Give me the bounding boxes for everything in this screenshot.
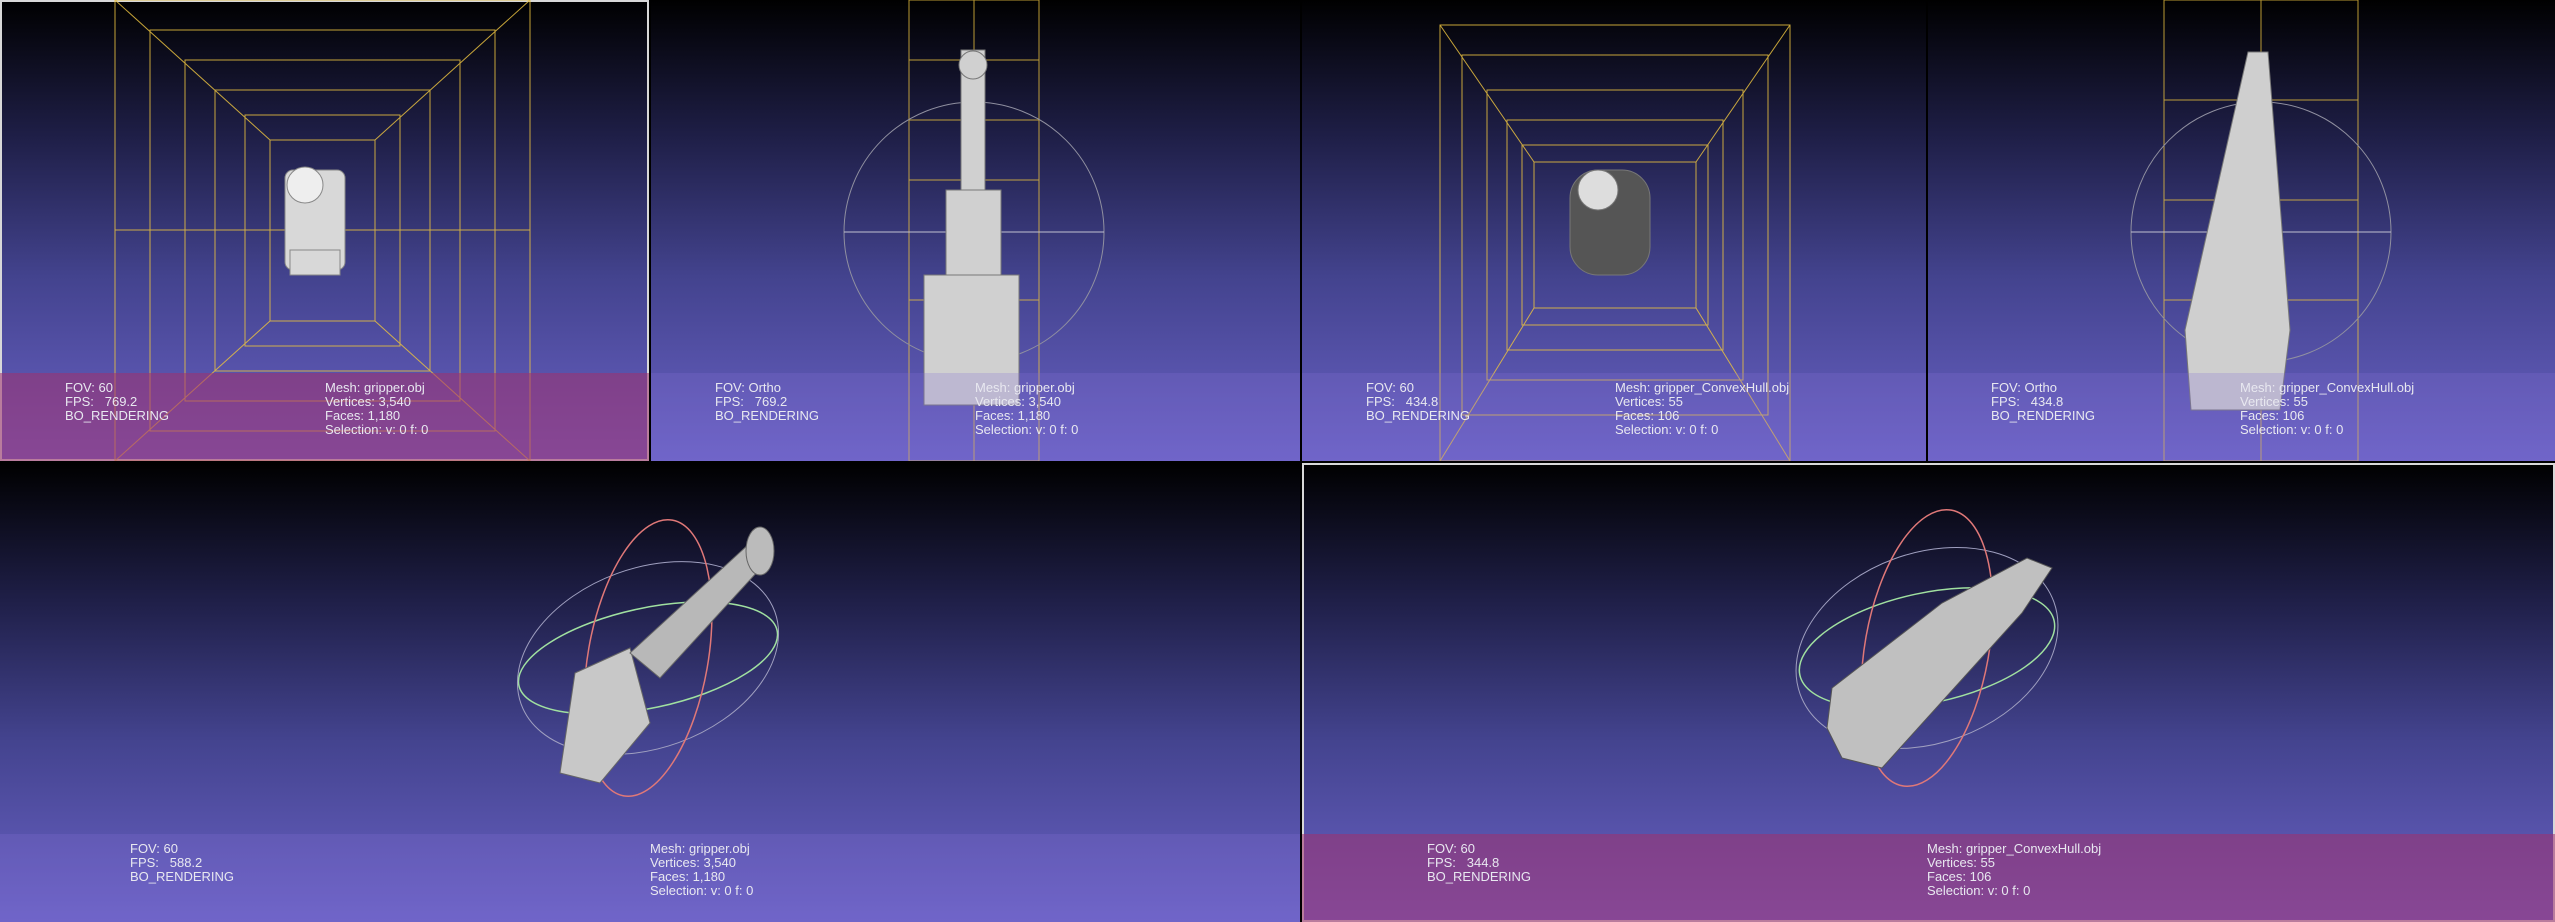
render-mode-label: BO_RENDERING	[1991, 408, 2096, 423]
faces-label: Faces: 1,180	[975, 408, 1051, 423]
viewport-2[interactable]: FOV: Ortho FPS: 769.2 BO_RENDERING Mesh:…	[651, 0, 1300, 461]
info-panel: FOV: 60 FPS: 344.8 BO_RENDERING Mesh: gr…	[1302, 834, 2555, 922]
selection-label: Selection: v: 0 f: 0	[2240, 422, 2344, 437]
info-panel: FOV: 60 FPS: 588.2 BO_RENDERING Mesh: gr…	[0, 834, 1300, 922]
mesh-label: Mesh: gripper.obj	[650, 841, 750, 856]
selection-label: Selection: v: 0 f: 0	[325, 422, 429, 437]
viewport-3[interactable]: FOV: 60 FPS: 434.8 BO_RENDERING Mesh: gr…	[1302, 0, 1926, 461]
mesh-label: Mesh: gripper_ConvexHull.obj	[2240, 380, 2415, 395]
viewport-6[interactable]: FOV: 60 FPS: 344.8 BO_RENDERING Mesh: gr…	[1302, 463, 2555, 922]
fov-label: FOV: 60	[1427, 841, 1475, 856]
vertices-label: Vertices: 55	[2240, 394, 2308, 409]
faces-label: Faces: 106	[1615, 408, 1680, 423]
render-mode-label: BO_RENDERING	[1366, 408, 1471, 423]
render-mode-label: BO_RENDERING	[1427, 869, 1532, 884]
fps-label: FPS: 434.8	[1991, 394, 2064, 409]
faces-label: Faces: 106	[2240, 408, 2305, 423]
info-panel: FOV: Ortho FPS: 434.8 BO_RENDERING Mesh:…	[1928, 373, 2555, 461]
viewport-1[interactable]: FOV: 60 FPS: 769.2 BO_RENDERING Mesh: gr…	[0, 0, 649, 461]
selection-label: Selection: v: 0 f: 0	[650, 883, 754, 898]
fov-label: FOV: 60	[130, 841, 178, 856]
selection-label: Selection: v: 0 f: 0	[1615, 422, 1719, 437]
fov-label: FOV: 60	[1366, 380, 1414, 395]
mesh-label: Mesh: gripper_ConvexHull.obj	[1615, 380, 1790, 395]
fov-label: FOV: Ortho	[1991, 380, 2057, 395]
fps-label: FPS: 588.2	[130, 855, 203, 870]
render-mode-label: BO_RENDERING	[65, 408, 170, 423]
render-mode-label: BO_RENDERING	[130, 869, 235, 884]
info-panel: FOV: 60 FPS: 769.2 BO_RENDERING Mesh: gr…	[0, 373, 649, 461]
fps-label: FPS: 769.2	[65, 394, 138, 409]
viewport-5[interactable]: FOV: 60 FPS: 588.2 BO_RENDERING Mesh: gr…	[0, 463, 1300, 922]
selection-label: Selection: v: 0 f: 0	[1927, 883, 2031, 898]
info-panel: FOV: Ortho FPS: 769.2 BO_RENDERING Mesh:…	[651, 373, 1300, 461]
render-mode-label: BO_RENDERING	[715, 408, 820, 423]
fps-label: FPS: 769.2	[715, 394, 788, 409]
selection-label: Selection: v: 0 f: 0	[975, 422, 1079, 437]
mesh-label: Mesh: gripper.obj	[325, 380, 425, 395]
fov-label: FOV: Ortho	[715, 380, 781, 395]
fps-label: FPS: 344.8	[1427, 855, 1500, 870]
fps-label: FPS: 434.8	[1366, 394, 1439, 409]
viewport-4[interactable]: FOV: Ortho FPS: 434.8 BO_RENDERING Mesh:…	[1928, 0, 2555, 461]
vertices-label: Vertices: 3,540	[650, 855, 736, 870]
vertices-label: Vertices: 55	[1927, 855, 1995, 870]
mesh-label: Mesh: gripper.obj	[975, 380, 1075, 395]
vertices-label: Vertices: 3,540	[325, 394, 411, 409]
faces-label: Faces: 1,180	[650, 869, 726, 884]
vertices-label: Vertices: 3,540	[975, 394, 1061, 409]
faces-label: Faces: 106	[1927, 869, 1992, 884]
vertices-label: Vertices: 55	[1615, 394, 1683, 409]
fov-label: FOV: 60	[65, 380, 113, 395]
mesh-label: Mesh: gripper_ConvexHull.obj	[1927, 841, 2102, 856]
info-panel: FOV: 60 FPS: 434.8 BO_RENDERING Mesh: gr…	[1302, 373, 1926, 461]
faces-label: Faces: 1,180	[325, 408, 401, 423]
